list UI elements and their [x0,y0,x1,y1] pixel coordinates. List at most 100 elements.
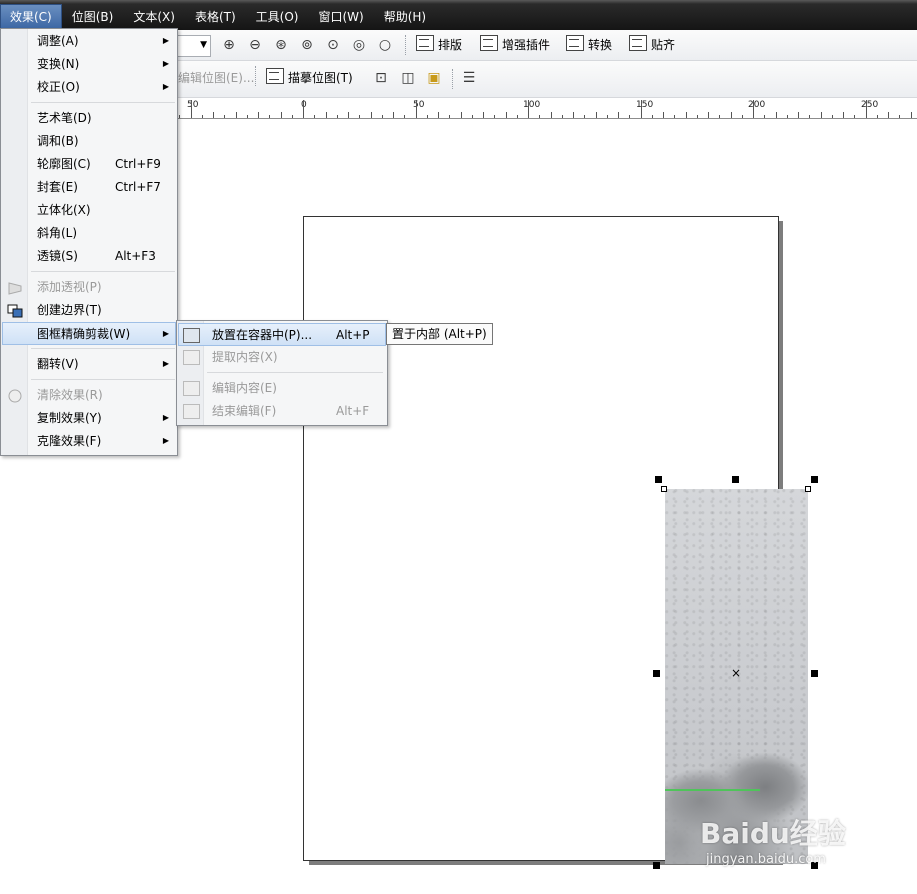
menu-item-edit-contents[interactable]: 编辑内容(E) [179,377,385,399]
menu-item-copy-effect[interactable]: 复制效果(Y) ▶ [3,407,175,429]
ruler-tick [213,112,214,118]
zoom-out-icon[interactable]: ⊖ [246,36,264,54]
ruler-tick [809,115,810,118]
selection-handle-top-left[interactable] [655,476,662,483]
menu-item-clear-effect[interactable]: 清除效果(R) [3,384,175,406]
powerclip-submenu: 放置在容器中(P)... Alt+P 提取内容(X) 编辑内容(E) 结束编辑(F… [176,320,388,426]
layout-button[interactable]: 排版 [416,34,462,56]
trace-bitmap-icon [266,68,284,84]
menu-item-add-perspective[interactable]: 添加透视(P) [3,276,175,298]
ruler-tick [618,112,619,118]
ruler-tick [247,115,248,118]
menu-item-correction[interactable]: 校正(O) ▶ [3,76,175,98]
ruler-tick [731,112,732,118]
ruler-tick [686,112,687,118]
menu-window[interactable]: 窗口(W) [308,4,373,30]
center-mark-icon[interactable]: × [731,667,741,679]
submenu-arrow-icon: ▶ [162,82,169,91]
crop-bitmap-icon[interactable]: ⊡ [372,69,390,87]
ruler-tick [404,115,405,118]
ruler-tick [416,100,417,118]
ruler-tick [539,115,540,118]
menu-bitmaps[interactable]: 位图(B) [62,4,124,30]
ruler-tick [663,112,664,118]
ruler-tick [303,100,304,118]
plugin-button[interactable]: 增强插件 [480,34,550,56]
toolbar-separator [255,66,257,86]
menu-bar: 效果(C) 位图(B) 文本(X) 表格(T) 工具(O) 窗口(W) 帮助(H… [0,0,917,30]
menu-item-flip[interactable]: 翻转(V) ▶ [3,353,175,375]
ruler-label: 200 [748,100,766,110]
finish-editing-icon [183,404,200,419]
menu-separator [31,102,175,103]
menu-item-adjust[interactable]: 调整(A) ▶ [3,30,175,52]
zoom-in-icon[interactable]: ⊕ [220,36,238,54]
ruler-tick [179,115,180,118]
menu-item-extract-contents[interactable]: 提取内容(X) [179,346,385,368]
zoom-selected-icon[interactable]: ⊛ [272,36,290,54]
align-icon[interactable]: ☰ [460,69,478,87]
menu-item-transform[interactable]: 变换(N) ▶ [3,53,175,75]
place-inside-icon [183,328,200,343]
resample-icon[interactable]: ▣ [425,69,443,87]
menu-separator [31,379,175,380]
ruler-tick [483,112,484,118]
menu-tools[interactable]: 工具(O) [246,4,309,30]
ruler-tick [371,112,372,118]
layout-label: 排版 [438,38,463,52]
ruler-tick [191,100,192,118]
node-handle[interactable] [805,486,811,492]
zoom-page-icon[interactable]: ⊙ [324,36,342,54]
ruler-tick [776,112,777,118]
menu-separator [207,372,383,373]
trace-bitmap-label: 描摹位图(T) [288,71,353,85]
snap-icon [629,35,647,51]
menu-item-extrude[interactable]: 立体化(X) [3,199,175,221]
zoom-width-icon[interactable]: ◎ [350,36,368,54]
layout-icon [416,35,434,51]
menu-item-bevel[interactable]: 斜角(L) [3,222,175,244]
selection-handle-bottom-left[interactable] [653,862,660,869]
ruler-tick [877,115,878,118]
edit-bitmap-button[interactable]: 编辑位图(E)... [178,67,254,89]
ruler-tick [843,112,844,118]
zoom-height-icon[interactable]: ○ [376,36,394,54]
edit-contents-icon [183,381,200,396]
menu-table[interactable]: 表格(T) [185,4,246,30]
menu-item-create-boundary[interactable]: 创建边界(T) [3,299,175,321]
ruler-tick [427,115,428,118]
menu-item-clone-effect[interactable]: 克隆效果(F) ▶ [3,430,175,452]
selection-handle-left[interactable] [653,670,660,677]
ruler-tick [292,115,293,118]
zoom-level-combo[interactable]: ▼ [178,35,211,57]
selection-handle-top-right[interactable] [811,476,818,483]
toolbar-separator [405,35,407,55]
menu-item-blend[interactable]: 调和(B) [3,130,175,152]
ruler-tick [641,100,642,118]
node-handle[interactable] [661,486,667,492]
selection-handle-top[interactable] [732,476,739,483]
menu-item-place-inside-container[interactable]: 放置在容器中(P)... Alt+P [178,323,386,346]
selection-handle-right[interactable] [811,670,818,677]
menu-help[interactable]: 帮助(H) [374,4,436,30]
menu-item-powerclip[interactable]: 图框精确剪裁(W) ▶ [2,322,176,345]
ruler-tick [821,112,822,118]
menu-text[interactable]: 文本(X) [123,4,185,30]
menu-item-contour[interactable]: 轮廓图(C) Ctrl+F9 [3,153,175,175]
trace-bitmap-button[interactable]: 描摹位图(T) [266,67,353,89]
menu-item-artistic-media[interactable]: 艺术笔(D) [3,107,175,129]
convert-button[interactable]: 转换 [566,34,612,56]
menu-effects[interactable]: 效果(C) [0,4,62,30]
ruler-tick [911,112,912,118]
ruler-tick [382,115,383,118]
snap-button[interactable]: 贴齐 [629,34,675,56]
menu-item-lens[interactable]: 透镜(S) Alt+F3 [3,245,175,267]
ruler-tick [708,112,709,118]
menu-item-envelope[interactable]: 封套(E) Ctrl+F7 [3,176,175,198]
zoom-all-icon[interactable]: ⊚ [298,36,316,54]
node-shape-icon[interactable]: ◫ [399,69,417,87]
submenu-arrow-icon: ▶ [162,36,169,45]
menu-item-finish-editing[interactable]: 结束编辑(F) Alt+F [179,400,385,422]
perspective-icon [7,280,23,295]
plugin-label: 增强插件 [502,38,551,52]
